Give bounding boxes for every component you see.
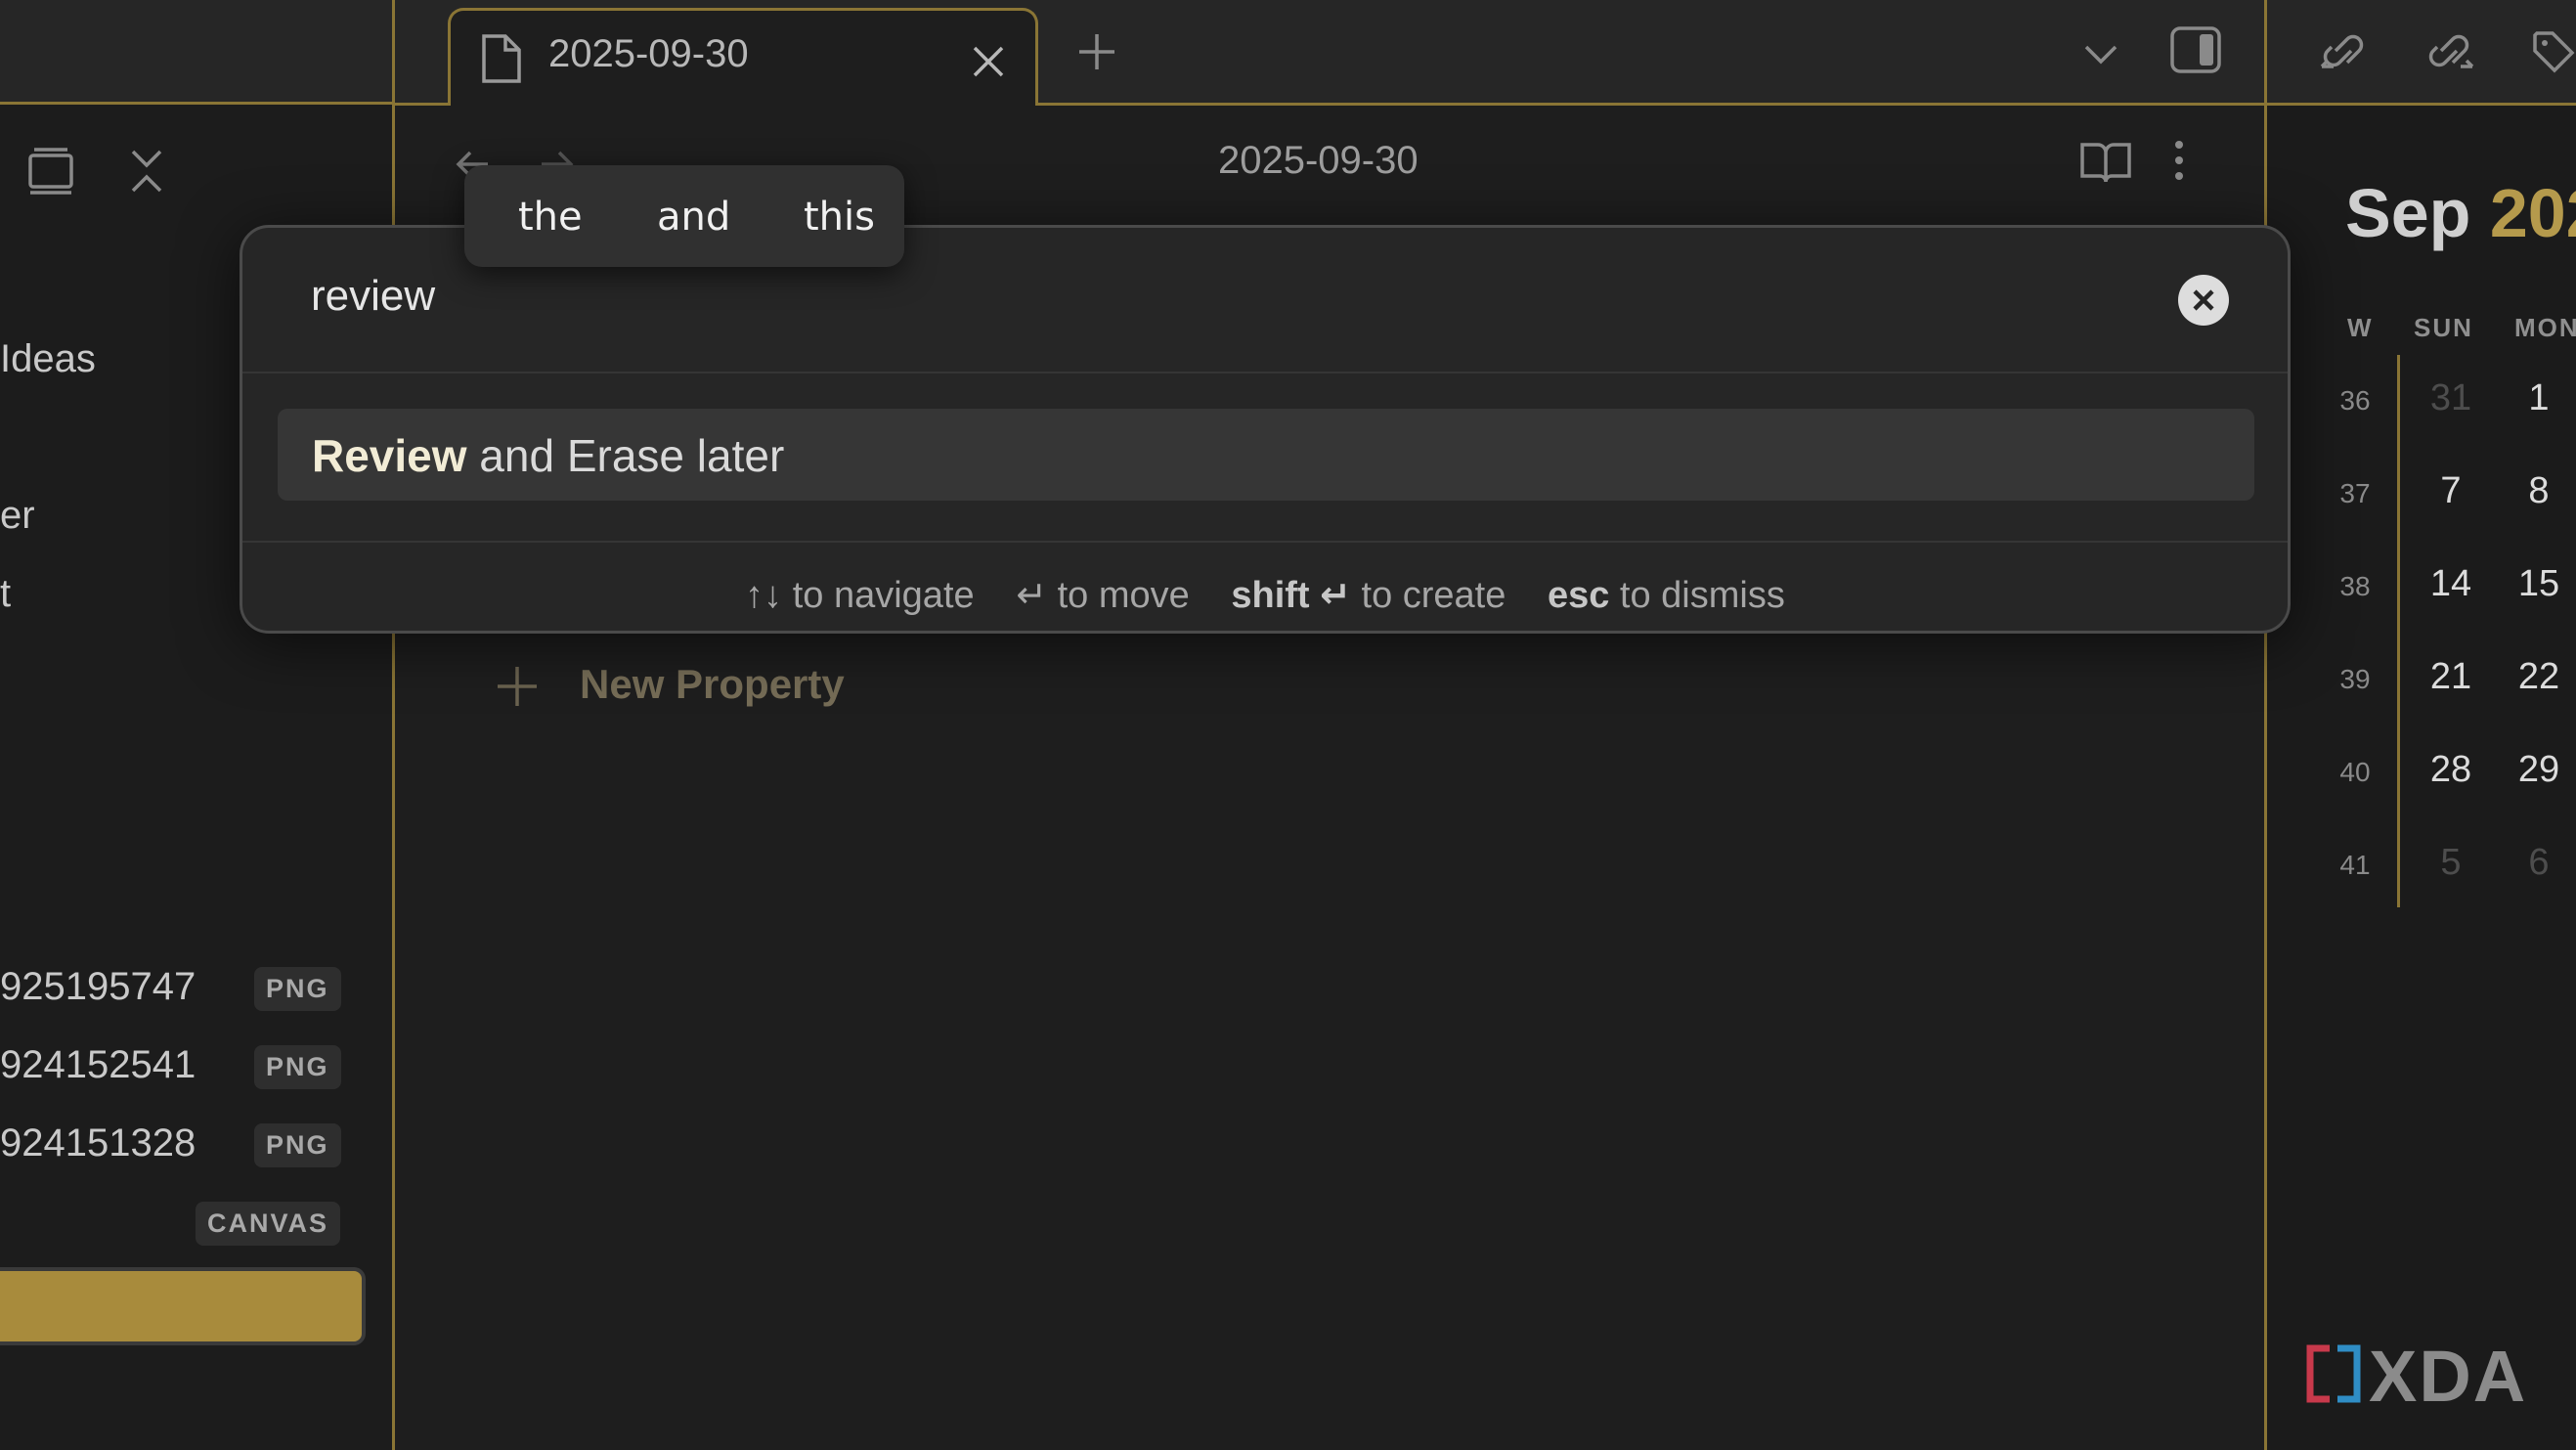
- tab-active[interactable]: 2025-09-30: [448, 8, 1038, 109]
- file-ext-badge: PNG: [254, 1123, 341, 1167]
- move-file-modal: Review and Erase later ↑↓ to navigate ↵ …: [240, 225, 2291, 634]
- layout-icon: [28, 148, 73, 195]
- word-suggestions-bar: the and this: [464, 165, 904, 267]
- instructions-footer: ↑↓ to navigate ↵ to move shift ↵ to crea…: [242, 573, 2288, 617]
- calendar-day[interactable]: 1: [2495, 377, 2576, 419]
- calendar-header-mon: MON: [2514, 313, 2576, 342]
- clear-search-button[interactable]: [2178, 275, 2229, 326]
- word-suggestion[interactable]: and: [657, 195, 730, 240]
- note-title: 2025-09-30: [1218, 139, 1419, 182]
- xda-wordmark: XDA: [2369, 1336, 2528, 1417]
- week-number: 37: [2339, 478, 2371, 508]
- file-icon: [482, 34, 521, 83]
- sidebar-item[interactable]: er: [0, 494, 35, 538]
- xda-bracket-icon: [2306, 1344, 2361, 1403]
- calendar-day[interactable]: 7: [2407, 470, 2495, 512]
- new-tab-button[interactable]: [1070, 24, 1124, 79]
- link-back-icon: [2320, 34, 2364, 68]
- calendar-title: Sep 202: [2345, 174, 2576, 252]
- sort-view-button[interactable]: [24, 144, 79, 198]
- calendar-day[interactable]: 15: [2495, 563, 2576, 605]
- new-property-label: New Property: [580, 661, 845, 707]
- calendar-year: 202: [2489, 175, 2576, 251]
- toggle-right-sidebar-button[interactable]: [2166, 23, 2225, 78]
- book-open-icon: [2080, 143, 2131, 183]
- hint-text: to create: [1361, 575, 1506, 616]
- add-property-button[interactable]: New Property: [494, 657, 904, 716]
- calendar-day[interactable]: 22: [2495, 656, 2576, 698]
- calendar-day[interactable]: 29: [2495, 749, 2576, 791]
- hint-text: to navigate: [792, 575, 975, 616]
- tab-list-dropdown[interactable]: [2076, 29, 2125, 78]
- close-tab-button[interactable]: [969, 42, 1008, 81]
- divider: [242, 541, 2288, 543]
- hint-key: shift ↵: [1231, 575, 1351, 616]
- sidebar-item-ideas[interactable]: Ideas: [0, 337, 96, 381]
- hint-key: ↵: [1016, 575, 1048, 616]
- modal-search-input[interactable]: [311, 272, 2071, 321]
- calendar-day[interactable]: 28: [2407, 749, 2495, 791]
- calendar-week-divider: [2397, 355, 2400, 907]
- collapse-all-button[interactable]: [119, 144, 174, 198]
- tab-title: 2025-09-30: [548, 32, 749, 75]
- more-vertical-icon: [2175, 141, 2183, 180]
- file-item-name[interactable]: 925195747: [0, 965, 196, 1009]
- week-number: 38: [2339, 571, 2371, 601]
- week-number: 40: [2339, 757, 2371, 787]
- collapse-icon: [131, 150, 162, 193]
- chevron-down-icon: [2084, 45, 2118, 65]
- calendar-header-sun: SUN: [2414, 313, 2473, 342]
- left-top-bar: [0, 0, 395, 105]
- backlinks-button[interactable]: [2314, 22, 2373, 80]
- word-suggestion[interactable]: the: [518, 195, 583, 240]
- calendar-pane: Sep 202 W SUN MON 36 311 37 78 38 1415 39 2122 4…: [2264, 106, 2576, 1450]
- word-suggestion[interactable]: this: [804, 195, 875, 240]
- close-icon: [973, 46, 1004, 77]
- week-number: 41: [2339, 850, 2371, 880]
- suggestion-text: Review and Erase later: [312, 429, 784, 482]
- hint-text: to move: [1057, 575, 1190, 616]
- tags-button[interactable]: [2529, 22, 2576, 80]
- hint-key: esc: [1547, 575, 1610, 616]
- calendar-header-week: W: [2347, 313, 2374, 342]
- plus-icon: [498, 667, 537, 706]
- plus-icon: [1079, 34, 1114, 69]
- more-options-button[interactable]: [2164, 135, 2194, 190]
- tag-icon: [2533, 31, 2575, 73]
- divider: [242, 372, 2288, 373]
- file-item-name[interactable]: 924152541: [0, 1043, 196, 1087]
- calendar-day[interactable]: 21: [2407, 656, 2495, 698]
- week-number: 36: [2339, 385, 2371, 416]
- file-ext-badge: PNG: [254, 967, 341, 1011]
- outgoing-links-button[interactable]: [2422, 22, 2480, 80]
- calendar-day[interactable]: 14: [2407, 563, 2495, 605]
- calendar-day[interactable]: 6: [2495, 842, 2576, 884]
- link-forward-icon: [2428, 34, 2474, 68]
- suggestion-rest: and Erase later: [466, 430, 785, 481]
- hint-key: ↑↓: [745, 575, 783, 616]
- hint-text: to dismiss: [1619, 575, 1785, 616]
- calendar-day[interactable]: 5: [2407, 842, 2495, 884]
- suggestion-match: Review: [312, 430, 467, 481]
- calendar-day[interactable]: 31: [2407, 377, 2495, 419]
- calendar-day[interactable]: 8: [2495, 470, 2576, 512]
- suggestion-item[interactable]: Review and Erase later: [278, 409, 2254, 501]
- reading-view-button[interactable]: [2076, 135, 2135, 190]
- close-icon: [2193, 289, 2214, 311]
- selected-file-item[interactable]: [0, 1267, 366, 1345]
- week-number: 39: [2339, 664, 2371, 694]
- canvas-badge: CANVAS: [196, 1202, 341, 1246]
- file-ext-badge: PNG: [254, 1045, 341, 1089]
- right-top-bar: [2264, 0, 2576, 106]
- file-item-name[interactable]: 924151328: [0, 1121, 196, 1165]
- sidebar-toggle-icon: [2170, 26, 2221, 73]
- sidebar-item[interactable]: t: [0, 572, 11, 616]
- calendar-month: Sep: [2345, 175, 2471, 251]
